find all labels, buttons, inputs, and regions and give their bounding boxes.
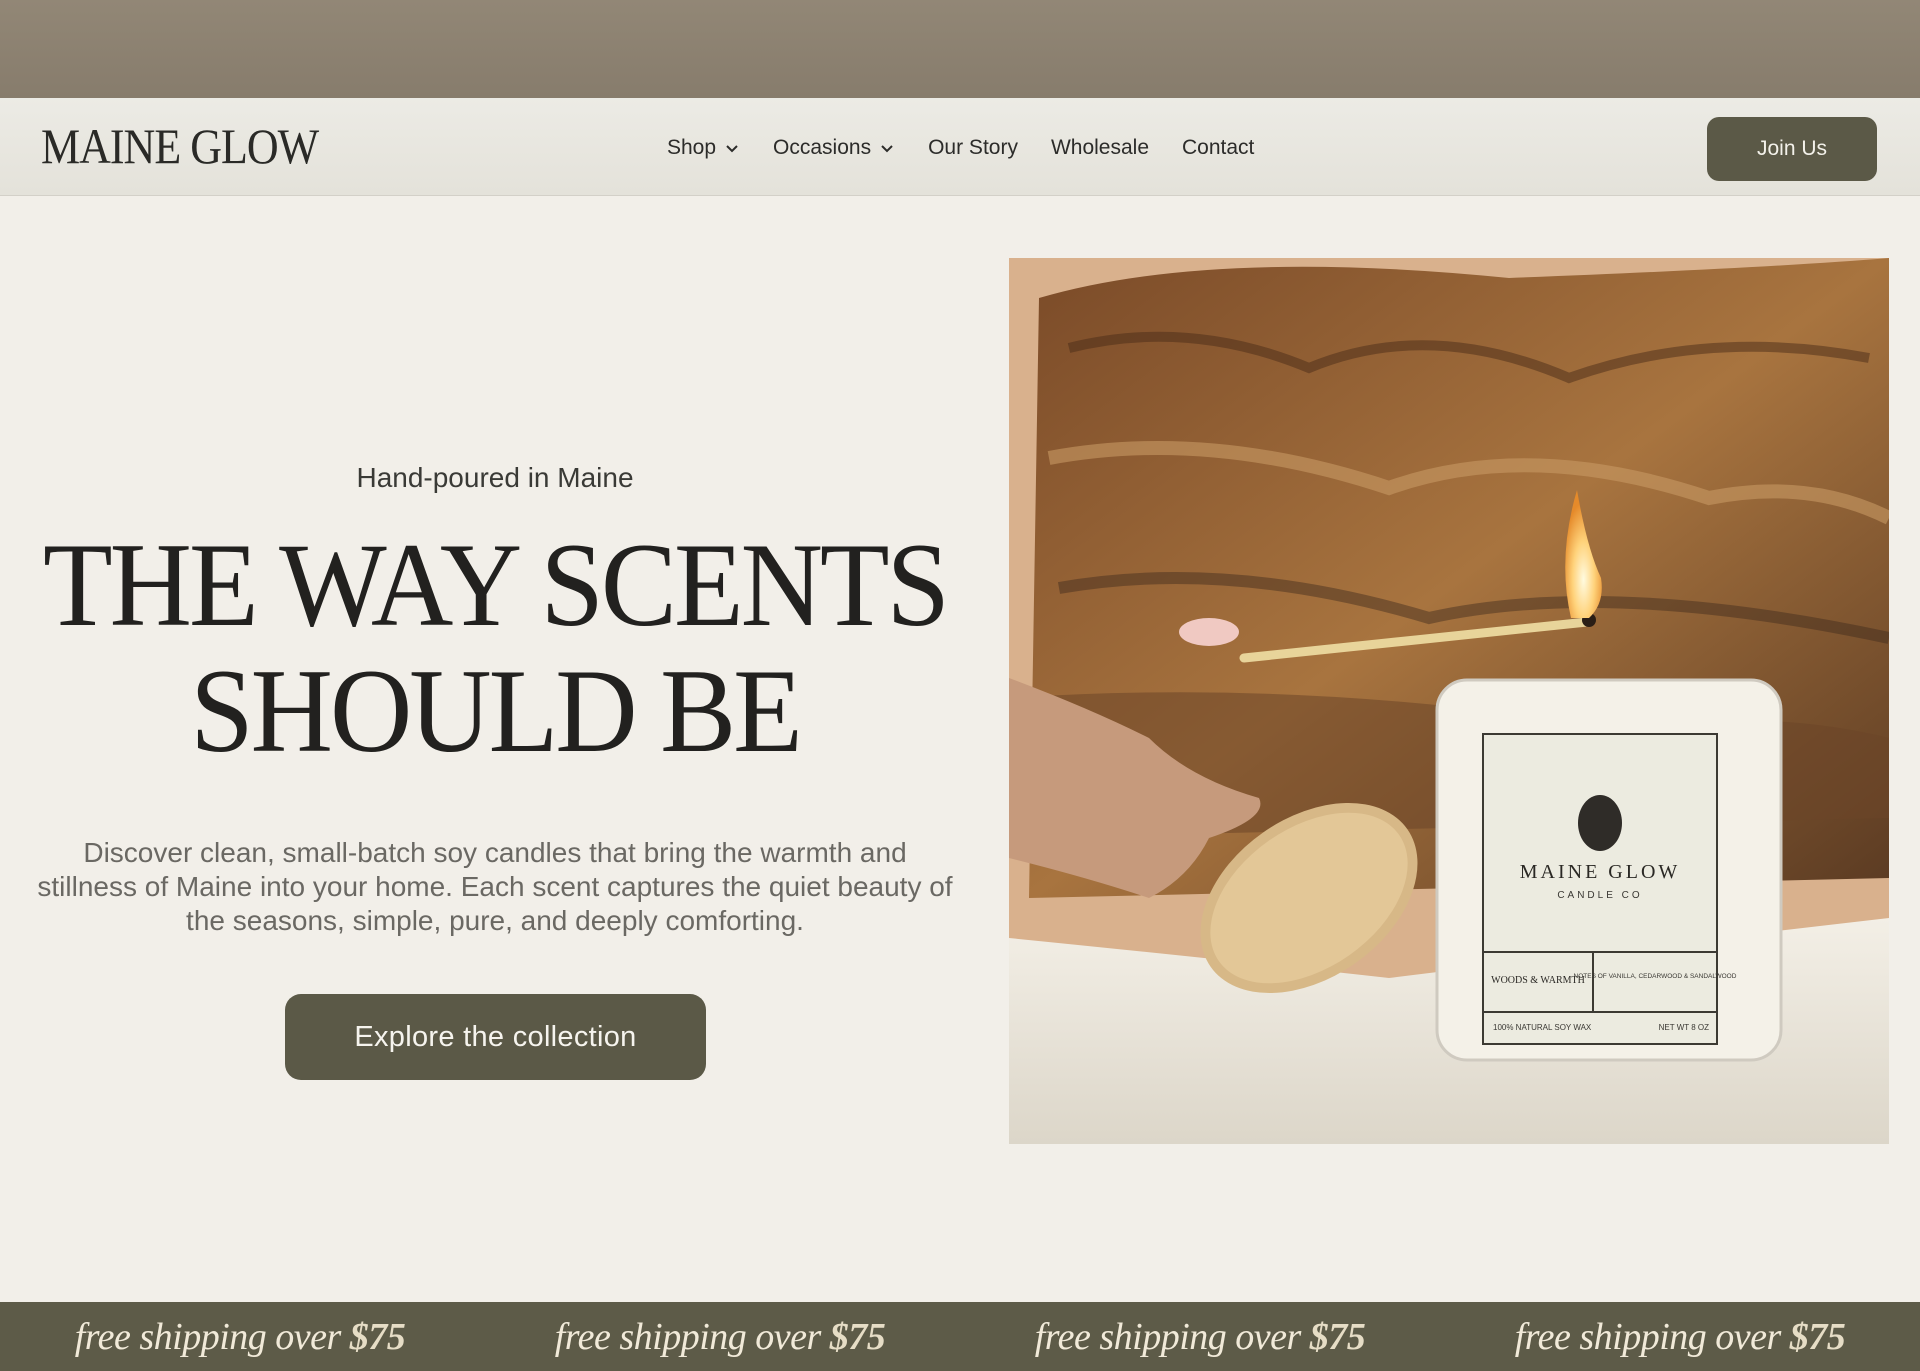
promo-text: free shipping over bbox=[1034, 1315, 1302, 1358]
nav-item-shop[interactable]: Shop bbox=[667, 136, 740, 160]
promo-item: free shipping over $75 bbox=[1515, 1315, 1846, 1359]
nav-item-wholesale[interactable]: Wholesale bbox=[1051, 136, 1149, 160]
promo-text: free shipping over bbox=[74, 1315, 342, 1358]
promo-item: free shipping over $75 bbox=[555, 1315, 886, 1359]
promo-item: free shipping over $75 bbox=[1035, 1315, 1366, 1359]
main-nav: Shop Occasions Our Story Wholesale Conta… bbox=[667, 133, 1254, 163]
nav-item-label: Contact bbox=[1182, 136, 1255, 159]
label-notes: NOTES OF VANILLA, CEDARWOOD & SANDALWOOD bbox=[1574, 973, 1737, 980]
hero-product-image: MAINE GLOW CANDLE CO WOODS & WARMTH NOTE… bbox=[1009, 258, 1889, 1144]
nav-item-contact[interactable]: Contact bbox=[1182, 136, 1254, 160]
headline-line-1: THE WAY SCENTS bbox=[43, 517, 950, 652]
label-scent: WOODS & WARMTH bbox=[1491, 975, 1585, 986]
label-brand: MAINE GLOW bbox=[1520, 861, 1681, 883]
nav-item-label: Occasions bbox=[773, 136, 872, 159]
top-banner bbox=[0, 0, 1920, 98]
join-us-button[interactable]: Join Us bbox=[1707, 117, 1877, 181]
promo-amount: $75 bbox=[1309, 1315, 1366, 1358]
promo-amount: $75 bbox=[829, 1315, 886, 1358]
headline-line-2: SHOULD BE bbox=[190, 643, 803, 778]
nav-item-occasions[interactable]: Occasions bbox=[773, 136, 895, 160]
chevron-down-icon bbox=[726, 145, 738, 153]
promo-amount: $75 bbox=[1789, 1315, 1846, 1358]
hero-description: Discover clean, small-batch soy candles … bbox=[37, 837, 953, 936]
promo-item: free shipping over $75 bbox=[75, 1315, 406, 1359]
promo-text: free shipping over bbox=[1514, 1315, 1782, 1358]
promo-amount: $75 bbox=[349, 1315, 406, 1358]
promo-text: free shipping over bbox=[554, 1315, 822, 1358]
site-logo[interactable]: MAINE GLOW bbox=[41, 118, 319, 175]
chevron-down-icon bbox=[881, 145, 893, 153]
explore-collection-button[interactable]: Explore the collection bbox=[285, 994, 706, 1080]
label-wax: 100% NATURAL SOY WAX bbox=[1493, 1023, 1592, 1032]
nav-item-our-story[interactable]: Our Story bbox=[928, 136, 1018, 160]
hero-eyebrow: Hand-poured in Maine bbox=[356, 462, 634, 493]
nav-item-label: Shop bbox=[667, 136, 717, 159]
nav-item-label: Wholesale bbox=[1050, 136, 1150, 159]
candle-illustration: MAINE GLOW CANDLE CO WOODS & WARMTH NOTE… bbox=[1009, 258, 1889, 1144]
label-weight: NET WT 8 OZ bbox=[1659, 1023, 1709, 1032]
label-sub: CANDLE CO bbox=[1557, 890, 1642, 901]
promo-marquee: free shipping over $75 free shipping ove… bbox=[0, 1302, 1920, 1371]
hero-headline: THE WAY SCENTS SHOULD BE bbox=[30, 521, 960, 778]
nav-item-label: Our Story bbox=[928, 136, 1018, 159]
